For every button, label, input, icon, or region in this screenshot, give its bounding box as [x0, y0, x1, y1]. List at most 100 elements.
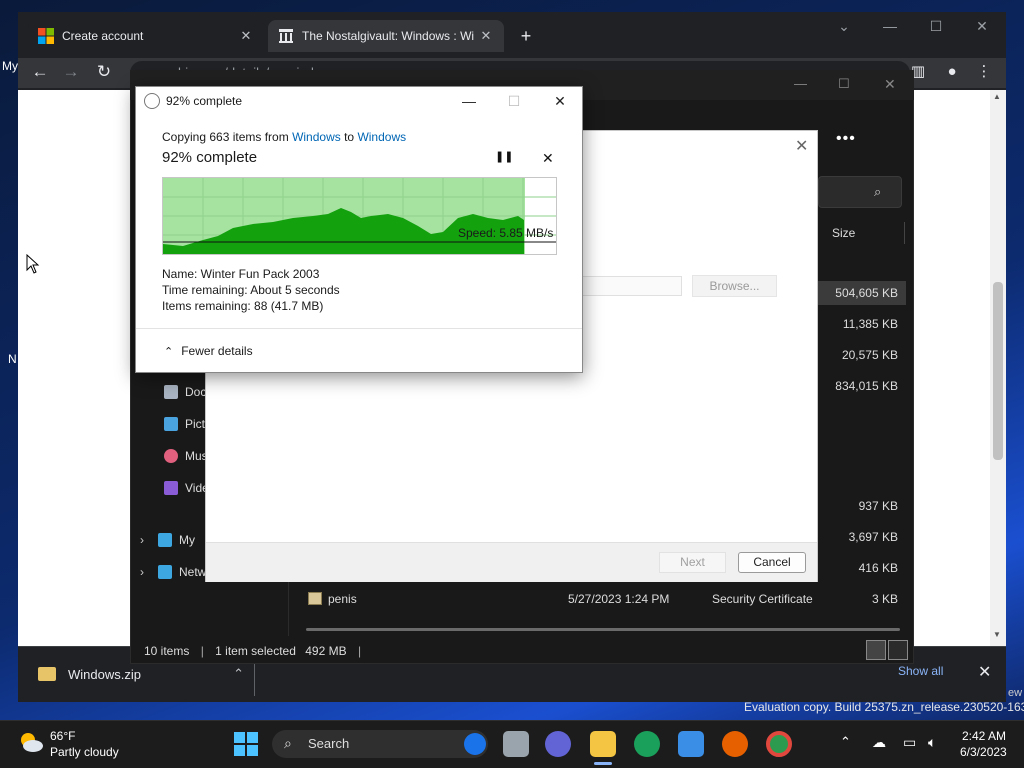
chevron-up-icon[interactable]: ⌃ [233, 666, 244, 682]
table-row[interactable]: penis 5/27/2023 1:24 PM Security Certifi… [300, 588, 906, 610]
windows-start-icon[interactable] [234, 732, 258, 756]
clock-icon [144, 93, 160, 109]
active-app-indicator [594, 762, 612, 765]
firefox-icon[interactable] [722, 731, 748, 757]
explorer-search-input[interactable] [818, 176, 902, 208]
file-size: 937 KB [858, 499, 898, 513]
details-view-icon[interactable] [866, 640, 886, 660]
close-tab-icon[interactable]: ✕ [238, 28, 254, 44]
forward-arrow-icon[interactable]: → [58, 60, 84, 84]
network-icon [158, 565, 172, 579]
search-icon: ⌕ [874, 184, 882, 199]
transfer-speed-graph [162, 177, 557, 255]
dialog-maximize-button: ☐ [507, 93, 521, 109]
watermark-fragment: ew [1008, 687, 1023, 699]
status-bar: 10 items | 1 item selected 492 MB | [144, 644, 362, 658]
browse-button[interactable]: Browse... [692, 275, 777, 297]
bing-icon[interactable] [464, 733, 486, 755]
dialog-minimize-button[interactable]: — [446, 90, 492, 112]
evaluation-watermark: Evaluation copy. Build 25375.zn_release.… [744, 700, 1024, 714]
page-scrollbar-thumb[interactable] [993, 282, 1003, 460]
minimize-button[interactable]: — [868, 14, 912, 38]
chevron-up-icon: ⌃ [164, 346, 174, 358]
stop-icon[interactable]: ✕ [542, 150, 554, 167]
edge-icon[interactable] [634, 731, 660, 757]
explorer-minimize-button[interactable]: — [794, 76, 807, 91]
selected-count: 1 item selected [215, 644, 296, 658]
show-hidden-icons-chevron[interactable]: ⌃ [840, 734, 851, 750]
source-link[interactable]: Windows [292, 130, 341, 144]
certificate-icon [308, 592, 322, 605]
progress-heading: 92% complete [162, 149, 258, 166]
cancel-button[interactable]: Cancel [738, 552, 806, 573]
show-all-button[interactable]: Show all [898, 664, 943, 678]
fewer-details-button[interactable]: ⌃ Fewer details [164, 344, 253, 358]
chrome-icon[interactable] [766, 731, 792, 757]
tiles-view-icon[interactable] [888, 640, 908, 660]
close-download-bar-button[interactable]: ✕ [978, 662, 991, 682]
back-arrow-icon[interactable]: ← [27, 60, 53, 84]
speed-graph-svg [163, 178, 556, 254]
microsoft-logo-icon [38, 28, 54, 44]
music-icon [164, 449, 178, 463]
close-tab-icon[interactable]: ✕ [478, 28, 494, 44]
store-icon[interactable] [678, 731, 704, 757]
selected-size: 492 MB [305, 644, 347, 658]
network-icon[interactable]: ▭ [903, 734, 916, 751]
profile-icon[interactable]: ● [940, 60, 964, 84]
chevron-right-icon[interactable]: › [140, 533, 158, 547]
close-icon[interactable]: ✕ [795, 136, 808, 156]
tab-create-account[interactable]: Create account ✕ [28, 20, 264, 52]
item-count: 10 items [144, 644, 190, 658]
tab-title: The Nostalgivault: Windows : Wi [302, 29, 475, 43]
more-options-icon[interactable]: ••• [836, 130, 856, 148]
explorer-close-button[interactable]: ✕ [884, 76, 896, 93]
desktop-icon-label[interactable]: My [2, 59, 18, 73]
taskbar-search-box[interactable]: Search [272, 730, 488, 758]
weather-temperature[interactable]: 66°F [50, 729, 75, 743]
chevron-right-icon[interactable]: › [140, 565, 158, 579]
speed-label: Speed: 5.85 MB/s [458, 226, 554, 240]
task-view-icon[interactable] [503, 731, 529, 757]
file-explorer-icon[interactable] [590, 731, 616, 757]
new-tab-button[interactable]: + [512, 24, 540, 48]
partly-cloudy-icon[interactable] [18, 730, 44, 754]
horizontal-scrollbar[interactable] [306, 628, 900, 631]
file-size: 11,385 KB [842, 317, 898, 331]
file-size: 416 KB [858, 561, 898, 575]
file-name: penis [328, 592, 357, 606]
tab-search-button[interactable]: ⌄ [822, 14, 866, 38]
copy-item-name: Name: Winter Fun Pack 2003 [162, 267, 320, 281]
pause-icon[interactable]: ❚❚ [495, 150, 513, 163]
file-size: 20,575 KB [841, 348, 898, 362]
destination-link[interactable]: Windows [357, 130, 406, 144]
file-type: Security Certificate [712, 592, 813, 606]
scroll-down-icon[interactable]: ▼ [993, 630, 1001, 639]
close-window-button[interactable]: ✕ [960, 14, 1004, 38]
chat-icon[interactable] [545, 731, 571, 757]
file-size: 3 KB [871, 592, 898, 606]
documents-icon [164, 385, 178, 399]
volume-icon[interactable]: 🔈︎ [928, 734, 936, 751]
defender-icon[interactable]: ☁ [872, 734, 886, 751]
scroll-up-icon[interactable]: ▲ [993, 92, 1001, 101]
file-size: 504,605 KB [835, 286, 898, 300]
file-size: 3,697 KB [848, 530, 898, 544]
maximize-button[interactable]: ☐ [914, 14, 958, 38]
clock-date[interactable]: 6/3/2023 [960, 745, 1007, 759]
dialog-close-button[interactable]: ✕ [537, 90, 583, 112]
clock-time[interactable]: 2:42 AM [962, 729, 1006, 743]
computer-icon [158, 533, 172, 547]
menu-kebab-icon[interactable]: ⋮ [972, 60, 996, 84]
desktop-icon-label[interactable]: N [8, 352, 17, 366]
tab-nostalgivault[interactable]: The Nostalgivault: Windows : Wi ✕ [268, 20, 504, 52]
next-button[interactable]: Next [659, 552, 726, 573]
dialog-title: 92% complete [166, 94, 243, 108]
pictures-icon [164, 417, 178, 431]
weather-description[interactable]: Partly cloudy [50, 745, 119, 759]
destination-input[interactable] [580, 276, 682, 296]
zip-folder-icon [38, 667, 56, 681]
reload-icon[interactable]: ↻ [91, 60, 117, 84]
column-header-size[interactable]: Size [832, 226, 855, 240]
explorer-maximize-button[interactable]: ☐ [838, 76, 850, 92]
